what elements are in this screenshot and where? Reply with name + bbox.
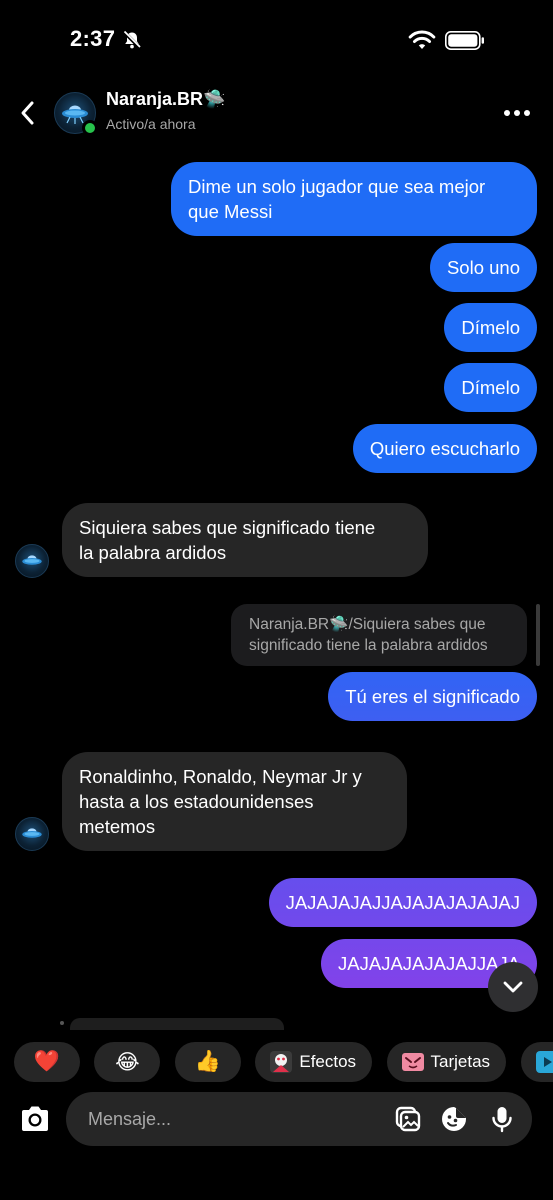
message-bubble-peek (70, 1018, 284, 1030)
message-bubble-sent[interactable]: Quiero escucharlo (352, 424, 537, 473)
message-line: hasta a los estadounidenses (79, 791, 314, 812)
ufo-logo-icon (22, 828, 42, 838)
reply-indicator-bar (536, 604, 540, 666)
chat-header: Naranja.BR🛸 Activo/a ahora (0, 84, 553, 142)
sender-avatar[interactable] (15, 817, 49, 851)
message-line: metemos (79, 816, 156, 837)
message-line: que Messi (188, 201, 273, 222)
ufo-emoji-icon: 🛸 (329, 616, 349, 633)
camera-icon[interactable] (18, 1103, 52, 1135)
reaction-heart-button[interactable]: ❤️ (14, 1042, 80, 1082)
message-line: la palabra ardidos (79, 542, 227, 563)
microphone-icon[interactable] (488, 1105, 516, 1133)
gallery-icon[interactable] (394, 1105, 422, 1133)
sticker-icon[interactable] (440, 1105, 468, 1133)
ufo-emoji-icon: 🛸 (203, 89, 226, 109)
reply-text: /Siquiera sabes que (348, 616, 486, 633)
message-bubble-sent[interactable]: Dímelo (444, 303, 537, 352)
sender-avatar[interactable] (15, 544, 49, 578)
ufo-logo-icon (22, 555, 42, 565)
online-indicator (82, 120, 98, 136)
message-line: Dímelo (461, 377, 520, 398)
contact-avatar[interactable] (54, 92, 98, 136)
reply-quote-line: Naranja.BR🛸/Siquiera sabes que (249, 614, 509, 635)
contact-name[interactable]: Naranja.BR🛸 (106, 89, 225, 110)
reply-text: significado tiene la palabra ardidos (249, 637, 488, 654)
status-bar: 2:37 (0, 0, 553, 80)
message-bubble-sent[interactable]: JAJAJAJAJJAJAJAJAJAJAJ (268, 878, 537, 927)
message-input[interactable] (88, 1105, 378, 1133)
more-options-icon[interactable] (502, 108, 532, 118)
message-bubble-sent[interactable]: Dime un solo jugador que sea mejor que M… (171, 162, 537, 236)
bell-muted-icon (122, 30, 142, 50)
reaction-laugh-button[interactable]: 😂 (94, 1042, 161, 1082)
message-line: Dime un solo jugador que sea mejor (188, 176, 486, 197)
thumbs-up-icon: 👍 (194, 1050, 221, 1073)
message-line: Solo uno (446, 257, 520, 278)
contact-name-text: Naranja.BR (106, 89, 204, 109)
message-bubble-sent[interactable]: Solo uno (429, 243, 537, 292)
more-chip-button[interactable] (520, 1042, 553, 1082)
contact-status: Activo/a ahora (106, 116, 196, 132)
message-bubble-received[interactable]: Siquiera sabes que significado tiene la … (62, 503, 428, 577)
message-line: Tú eres el significado (345, 686, 520, 707)
wifi-icon (408, 30, 436, 49)
message-bubble-sent[interactable]: Tú eres el significado (328, 672, 537, 721)
reaction-thumbs-up-button[interactable]: 👍 (174, 1042, 241, 1082)
scroll-to-bottom-button[interactable] (488, 962, 538, 1012)
message-line: Dímelo (461, 317, 520, 338)
message-line: Quiero escucharlo (369, 438, 520, 459)
reply-author: Naranja.BR (249, 616, 330, 633)
reply-quote[interactable]: Naranja.BR🛸/Siquiera sabes que significa… (231, 604, 527, 666)
media-play-icon (535, 1051, 553, 1073)
effects-icon (270, 1051, 293, 1073)
message-peek-dot (60, 1021, 64, 1025)
cards-button[interactable]: Tarjetas (386, 1042, 507, 1082)
status-time: 2:37 (70, 26, 116, 51)
chevron-down-icon (503, 981, 523, 993)
battery-icon (445, 31, 484, 50)
cards-icon (401, 1053, 424, 1071)
cards-label: Tarjetas (430, 1052, 491, 1071)
back-arrow-icon[interactable] (16, 98, 40, 128)
message-line: JAJAJAJAJJAJAJAJAJAJAJ (285, 892, 520, 913)
message-line: Siquiera sabes que significado tiene (79, 517, 376, 538)
message-composer (66, 1092, 532, 1146)
heart-icon: ❤️ (33, 1050, 61, 1073)
laughing-face-icon: 😂 (115, 1050, 140, 1074)
message-bubble-sent[interactable]: Dímelo (444, 363, 537, 412)
effects-button[interactable]: Efectos (255, 1042, 373, 1082)
message-line: Ronaldinho, Ronaldo, Neymar Jr y (79, 766, 362, 787)
quick-actions-row: ❤️ 😂 👍 Efectos Tarjetas (14, 1042, 553, 1082)
effects-label: Efectos (299, 1052, 357, 1071)
message-bubble-received[interactable]: Ronaldinho, Ronaldo, Neymar Jr y hasta a… (62, 752, 407, 851)
